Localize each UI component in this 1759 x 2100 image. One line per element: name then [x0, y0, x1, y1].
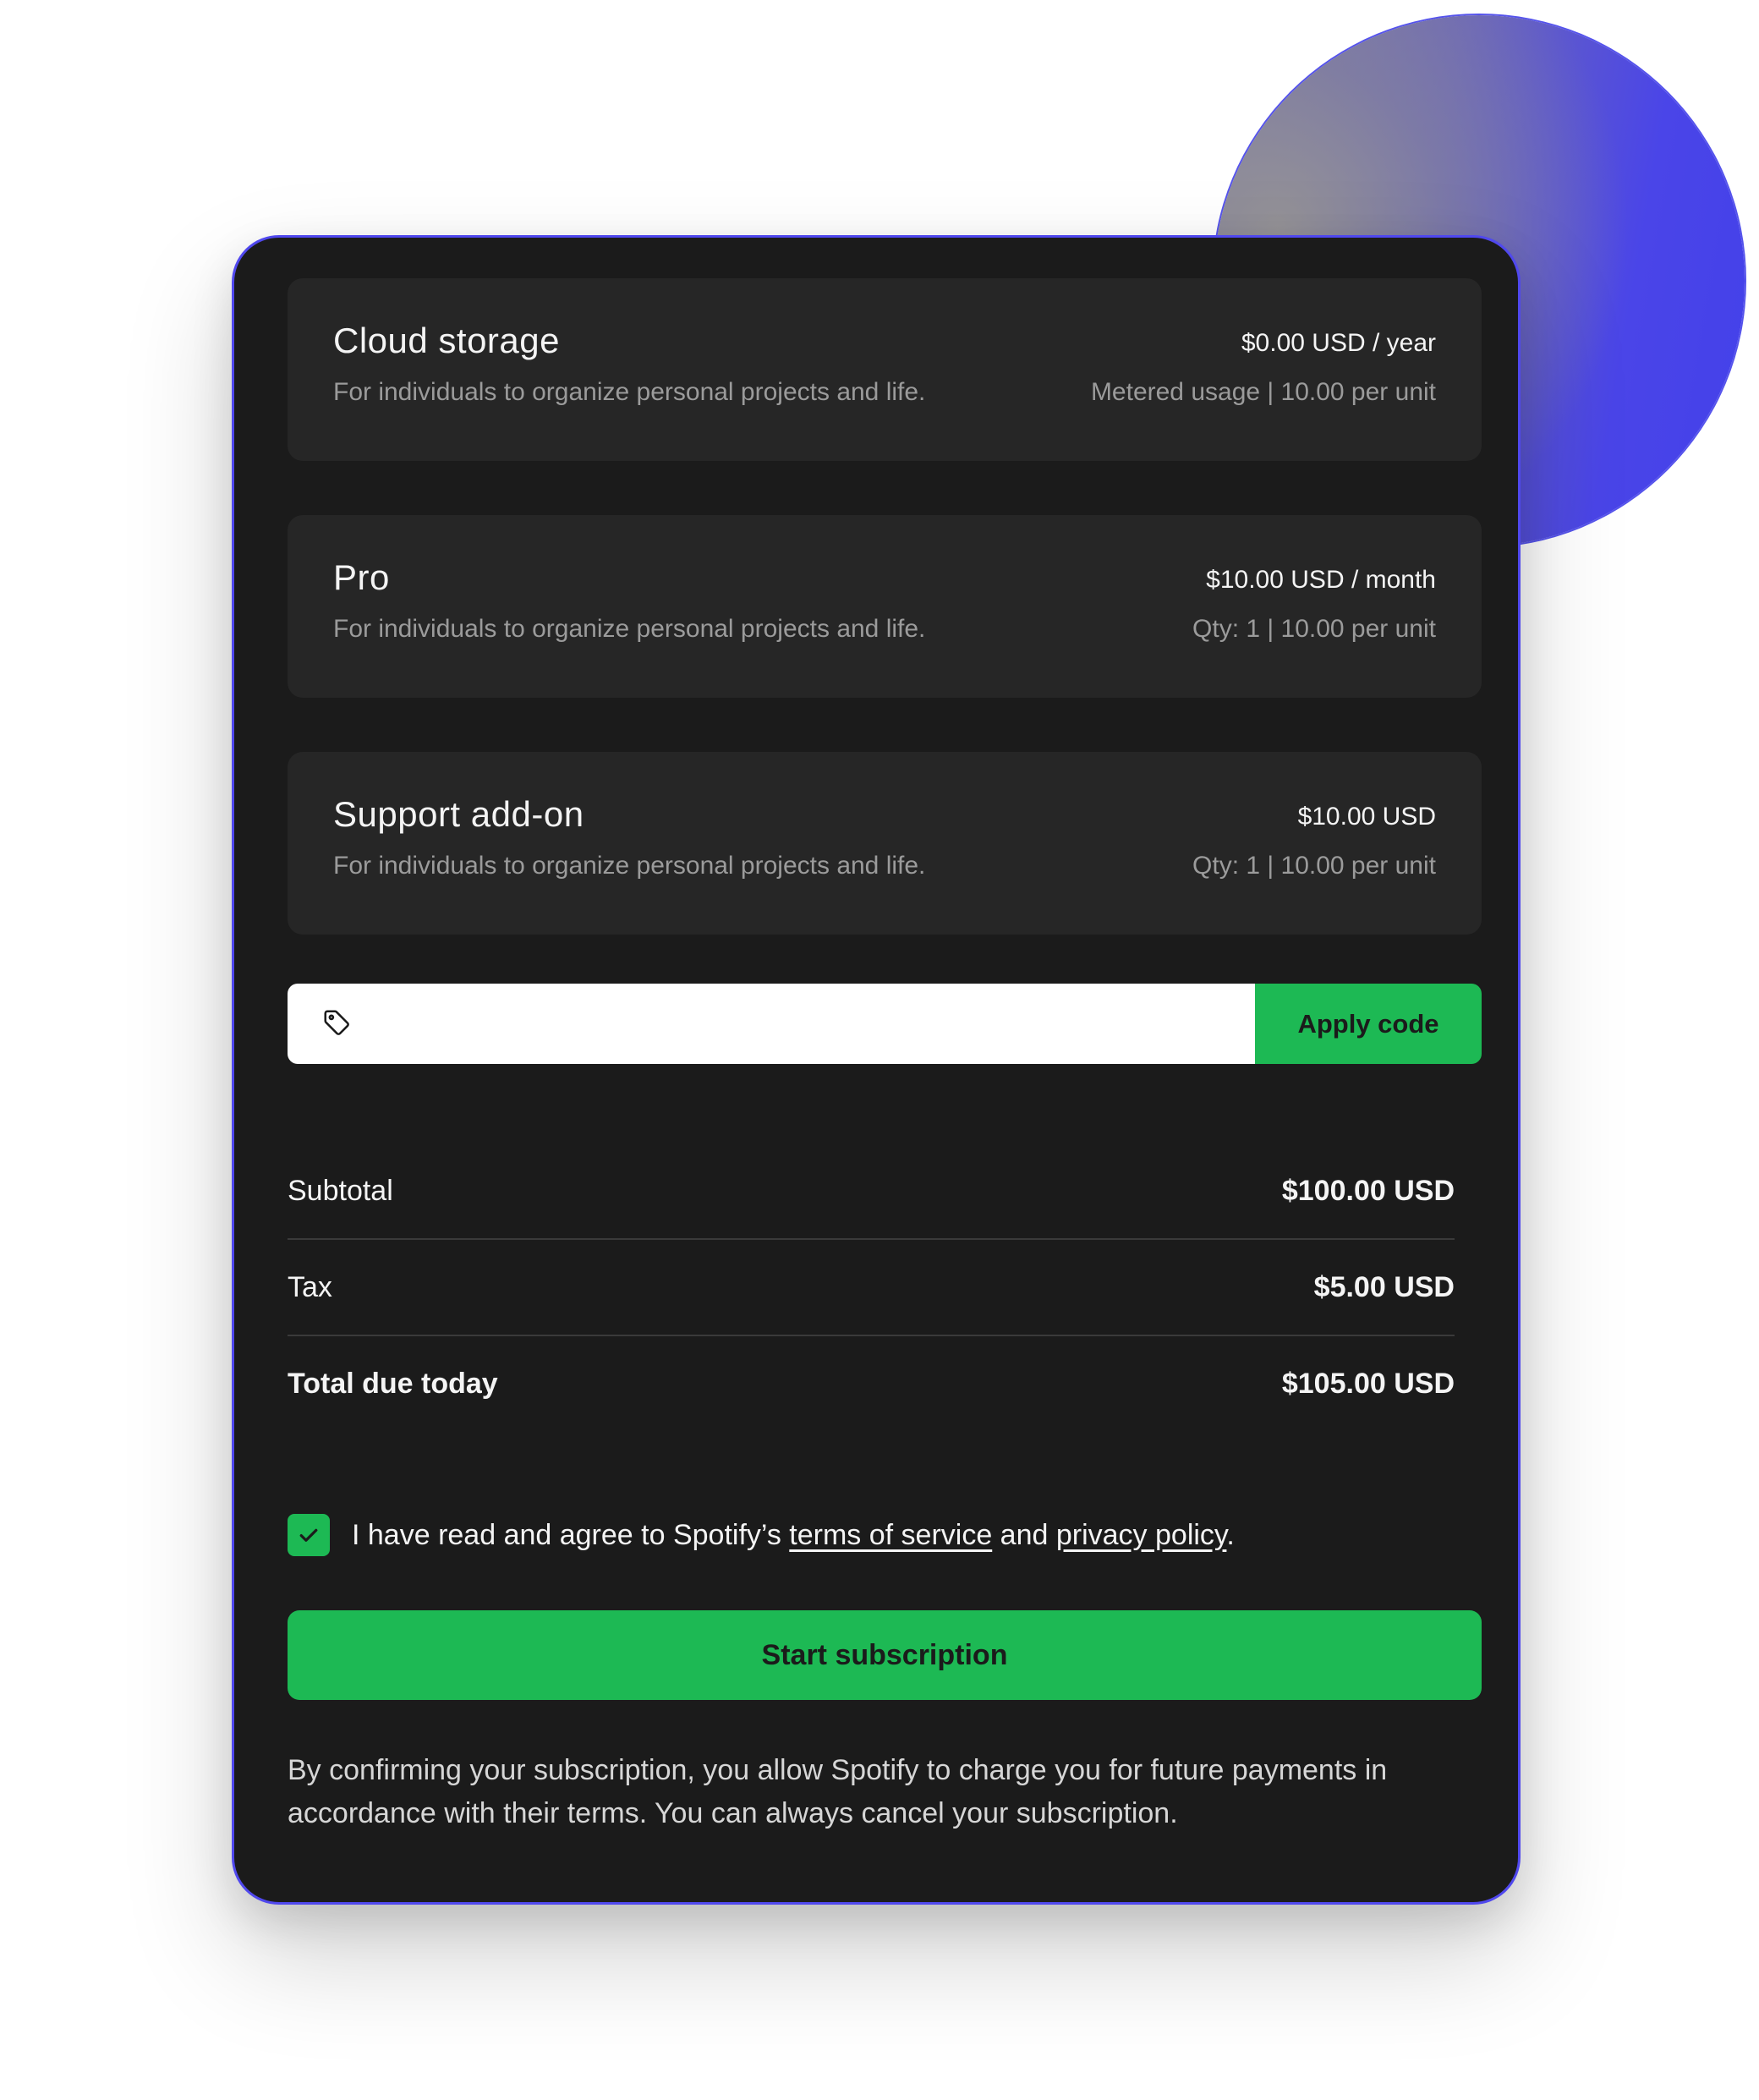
page-background: Cloud storage For individuals to organiz…	[0, 0, 1759, 2100]
item-price: $10.00 USD / month	[1206, 566, 1436, 594]
item-name: Pro	[333, 557, 390, 597]
item-description: For individuals to organize personal pro…	[333, 378, 926, 406]
item-description: For individuals to organize personal pro…	[333, 852, 926, 880]
line-item-support-addon: Support add-on For individuals to organi…	[288, 752, 1482, 935]
promo-code-row: Apply code	[288, 984, 1482, 1064]
privacy-policy-link[interactable]: privacy policy	[1056, 1519, 1227, 1551]
item-price: $10.00 USD	[1297, 803, 1436, 831]
subtotal-row: Subtotal $100.00 USD	[288, 1143, 1455, 1240]
promo-code-input[interactable]	[288, 984, 1255, 1064]
agreement-text-after: .	[1226, 1518, 1235, 1551]
item-name: Support add-on	[333, 794, 584, 834]
tax-label: Tax	[288, 1270, 332, 1303]
item-name: Cloud storage	[333, 321, 560, 360]
checkout-card: Cloud storage For individuals to organiz…	[232, 235, 1521, 1905]
apply-code-button[interactable]: Apply code	[1255, 984, 1482, 1064]
agreement-row: I have read and agree to Spotify’s terms…	[288, 1514, 1482, 1556]
promo-code-field	[288, 984, 1255, 1064]
line-item-cloud-storage: Cloud storage For individuals to organiz…	[288, 278, 1482, 461]
item-price: $0.00 USD / year	[1241, 329, 1436, 357]
subtotal-value: $100.00 USD	[1281, 1174, 1455, 1207]
terms-of-service-link[interactable]: terms of service	[789, 1519, 992, 1551]
agreement-text: I have read and agree to Spotify’s terms…	[352, 1519, 1235, 1552]
subtotal-label: Subtotal	[288, 1174, 393, 1207]
tax-row: Tax $5.00 USD	[288, 1240, 1455, 1336]
item-meta: Qty: 1 | 10.00 per unit	[1192, 615, 1436, 643]
order-totals: Subtotal $100.00 USD Tax $5.00 USD Total…	[288, 1143, 1455, 1431]
agreement-text-middle: and	[992, 1518, 1056, 1551]
checkout-content: Cloud storage For individuals to organiz…	[288, 278, 1482, 1835]
total-row: Total due today $105.00 USD	[288, 1336, 1455, 1431]
total-value: $105.00 USD	[1281, 1367, 1455, 1400]
tag-icon	[324, 1010, 349, 1035]
item-meta: Qty: 1 | 10.00 per unit	[1192, 852, 1436, 880]
line-item-pro: Pro For individuals to organize personal…	[288, 515, 1482, 698]
agree-checkbox[interactable]	[288, 1514, 330, 1556]
checkmark-icon	[299, 1528, 318, 1542]
agreement-text-before: I have read and agree to Spotify’s	[352, 1518, 790, 1551]
subscription-disclaimer: By confirming your subscription, you all…	[288, 1754, 1388, 1829]
start-subscription-button[interactable]: Start subscription	[288, 1610, 1482, 1700]
item-description: For individuals to organize personal pro…	[333, 615, 926, 643]
total-label: Total due today	[288, 1367, 498, 1400]
tax-value: $5.00 USD	[1313, 1270, 1455, 1303]
item-meta: Metered usage | 10.00 per unit	[1090, 378, 1436, 406]
